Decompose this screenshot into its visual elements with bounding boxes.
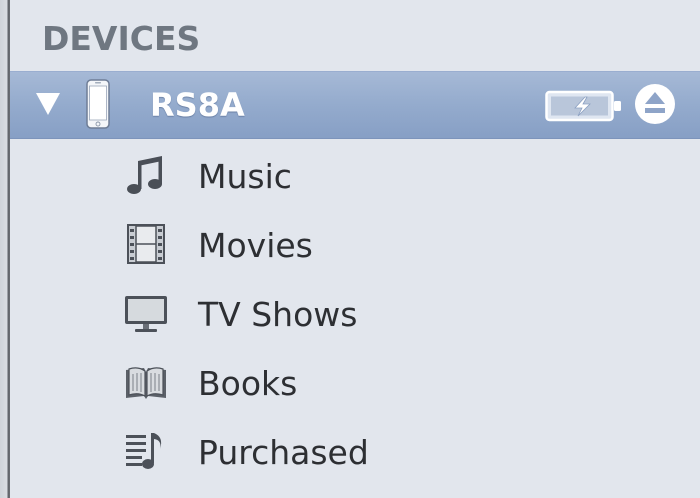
devices-section-header: DEVICES [42, 19, 201, 58]
sidebar-item-label: TV Shows [198, 295, 358, 334]
sidebar-item-music[interactable]: Music [110, 145, 670, 205]
source-list-sidebar: DEVICES RS8A Music Movies TV Shows Books… [0, 0, 700, 498]
disclosure-triangle-down-icon[interactable] [36, 93, 60, 115]
sidebar-item-purchased[interactable]: Purchased [110, 421, 670, 481]
sidebar-item-label: Music [198, 157, 292, 196]
sidebar-item-movies[interactable]: Movies [110, 214, 670, 274]
music-note-icon [127, 156, 162, 194]
battery-charging-icon [545, 90, 621, 122]
tv-monitor-icon [125, 296, 167, 332]
phone-icon [86, 79, 110, 129]
sidebar-item-label: Movies [198, 226, 313, 265]
film-strip-icon [127, 224, 165, 264]
sidebar-item-label: Purchased [198, 433, 369, 472]
sidebar-item-label: Books [198, 364, 298, 403]
sidebar-divider[interactable] [0, 0, 10, 498]
eject-icon[interactable] [634, 83, 676, 125]
device-row-selected[interactable]: RS8A [10, 71, 700, 139]
sidebar-item-books[interactable]: Books [110, 352, 670, 412]
purchased-playlist-icon [126, 433, 162, 469]
device-name: RS8A [150, 86, 245, 124]
sidebar-item-tv-shows[interactable]: TV Shows [110, 283, 670, 343]
open-book-icon [126, 367, 166, 399]
